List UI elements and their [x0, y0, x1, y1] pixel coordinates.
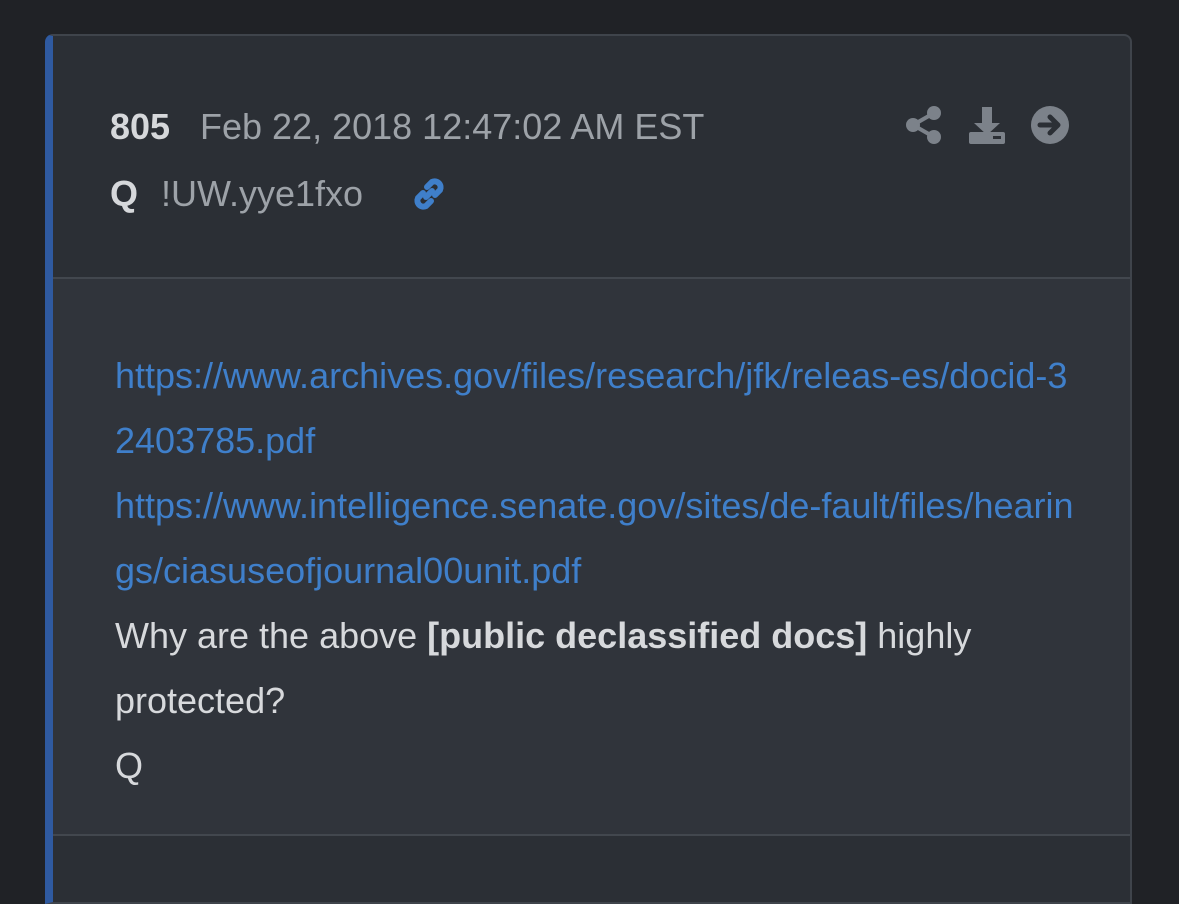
post-card: 805 Feb 22, 2018 12:47:02 AM EST Q !UW.y… — [45, 34, 1132, 904]
message-text-start: Why are the above — [115, 615, 428, 656]
senate-link[interactable]: https://www.intelligence.senate.gov/site… — [115, 473, 1075, 603]
message-bold-text: [public declassified docs] — [427, 615, 868, 656]
post-date: Feb 22, 2018 12:47:02 AM EST — [200, 106, 705, 147]
post-actions — [904, 104, 1074, 146]
message-text: Why are the above [public declassified d… — [115, 603, 1075, 733]
post-body: https://www.archives.gov/files/research/… — [53, 279, 1130, 836]
post-message: https://www.archives.gov/files/research/… — [115, 343, 1075, 798]
post-header: 805 Feb 22, 2018 12:47:02 AM EST Q !UW.y… — [53, 36, 1130, 279]
message-signature: Q — [115, 745, 144, 786]
link-icon[interactable] — [409, 174, 449, 214]
archives-link[interactable]: https://www.archives.gov/files/research/… — [115, 343, 1075, 473]
tripcode: !UW.yye1fxo — [161, 173, 364, 214]
download-icon[interactable] — [967, 104, 1007, 146]
share-icon[interactable] — [904, 104, 944, 146]
arrow-circle-right-icon[interactable] — [1030, 104, 1070, 146]
post-number[interactable]: 805 — [110, 106, 170, 148]
author-name: Q — [110, 173, 139, 214]
